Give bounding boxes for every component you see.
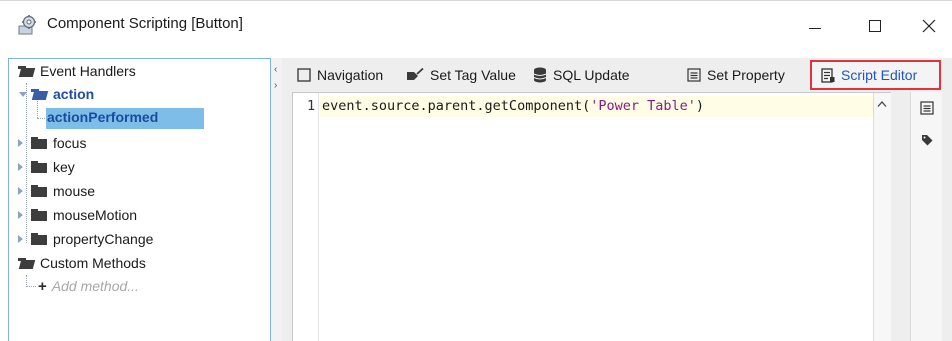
- editor-side-toolbar: [910, 92, 942, 341]
- expand-icon[interactable]: [18, 211, 23, 219]
- tab-label: Navigation: [317, 67, 384, 83]
- line-number-gutter: 1: [293, 93, 319, 341]
- add-method-label: Add method...: [51, 278, 139, 294]
- panel-splitter[interactable]: ‹ ›: [271, 58, 282, 341]
- folder-icon: [31, 233, 47, 245]
- tree-item-label: action: [53, 86, 95, 102]
- expand-icon[interactable]: [18, 139, 23, 147]
- tab-label: Script Editor: [841, 67, 918, 83]
- tab-sql-update[interactable]: SQL Update: [533, 64, 630, 86]
- tree-item-actionperformed[interactable]: actionPerformed: [46, 108, 204, 129]
- tree-item-propertychange[interactable]: propertyChange: [18, 228, 153, 250]
- close-icon: [922, 19, 936, 33]
- folder-icon: [31, 209, 47, 221]
- code-text: event.source.parent.getComponent(: [322, 98, 591, 114]
- checkbox-icon: [297, 68, 311, 82]
- vertical-scrollbar[interactable]: [873, 93, 891, 341]
- folder-open-icon: [18, 65, 36, 77]
- tree-item-label: actionPerformed: [47, 109, 159, 125]
- tree-item-label: mouseMotion: [53, 207, 138, 223]
- minimize-icon: [809, 27, 821, 29]
- tree-item-mouse[interactable]: mouse: [18, 180, 95, 202]
- expand-icon[interactable]: [18, 187, 23, 195]
- tree-connector: [37, 118, 45, 119]
- tag-pen-icon: [407, 68, 424, 80]
- line-number: 1: [307, 98, 316, 114]
- tag-icon[interactable]: [920, 133, 934, 150]
- tab-script-editor[interactable]: Script Editor: [821, 64, 917, 86]
- property-icon: [687, 68, 701, 82]
- tree-item-label: Custom Methods: [40, 255, 146, 271]
- folder-open-icon: [18, 257, 36, 269]
- event-handler-tree: Event Handlers action actionPerformed fo…: [8, 58, 271, 341]
- code-line[interactable]: event.source.parent.getComponent('Power …: [322, 98, 704, 114]
- tab-set-tag-value[interactable]: Set Tag Value: [406, 64, 516, 86]
- maximize-icon: [869, 20, 881, 32]
- property-icon[interactable]: [920, 101, 934, 118]
- tree-item-action[interactable]: action: [18, 83, 94, 105]
- database-icon: [533, 67, 547, 83]
- expand-icon[interactable]: [18, 163, 23, 171]
- expand-icon[interactable]: [18, 235, 23, 243]
- action-type-toolbar: Navigation Set Tag Value SQL Update Set …: [282, 58, 952, 91]
- code-string: 'Power Table': [590, 98, 696, 114]
- tree-item-custom-methods[interactable]: Custom Methods: [18, 252, 146, 274]
- tab-set-property[interactable]: Set Property: [687, 64, 785, 86]
- folder-icon: [31, 161, 47, 173]
- tree-item-key[interactable]: key: [18, 156, 75, 178]
- title-bar: Component Scripting [Button]: [0, 1, 952, 51]
- add-method-link[interactable]: + Add method...: [38, 275, 139, 297]
- script-panel: Navigation Set Tag Value SQL Update Set …: [282, 58, 952, 341]
- tree-item-label: mouse: [53, 183, 96, 199]
- folder-open-icon: [31, 88, 49, 100]
- close-button[interactable]: [906, 1, 952, 51]
- tree-item-mousemotion[interactable]: mouseMotion: [18, 204, 137, 226]
- collapse-left-icon[interactable]: ‹: [274, 64, 277, 75]
- script-icon: [821, 67, 835, 83]
- collapse-right-icon[interactable]: ›: [274, 80, 277, 91]
- plus-icon: +: [38, 277, 47, 295]
- tab-label: Set Property: [707, 67, 785, 83]
- tree-connector: [26, 286, 36, 287]
- tab-label: SQL Update: [553, 67, 630, 83]
- component-gear-icon: [17, 14, 39, 36]
- code-text: ): [695, 98, 705, 114]
- tree-root-event-handlers[interactable]: Event Handlers: [18, 60, 136, 82]
- tab-navigation[interactable]: Navigation: [297, 64, 383, 86]
- code-editor[interactable]: 1 event.source.parent.getComponent('Powe…: [292, 92, 891, 341]
- folder-icon: [31, 185, 47, 197]
- scroll-up-icon[interactable]: [877, 99, 887, 111]
- tree-item-focus[interactable]: focus: [18, 132, 86, 154]
- tree-root-label: Event Handlers: [40, 63, 136, 79]
- tree-item-label: focus: [53, 135, 87, 151]
- tree-item-label: key: [53, 159, 75, 175]
- collapse-icon[interactable]: [19, 92, 27, 97]
- window: Component Scripting [Button] Event Handl…: [0, 0, 952, 341]
- tree-item-label: propertyChange: [53, 231, 154, 247]
- maximize-button[interactable]: [852, 1, 898, 51]
- tab-label: Set Tag Value: [430, 67, 516, 83]
- minimize-button[interactable]: [792, 1, 838, 51]
- window-title: Component Scripting [Button]: [47, 15, 243, 32]
- folder-icon: [31, 137, 47, 149]
